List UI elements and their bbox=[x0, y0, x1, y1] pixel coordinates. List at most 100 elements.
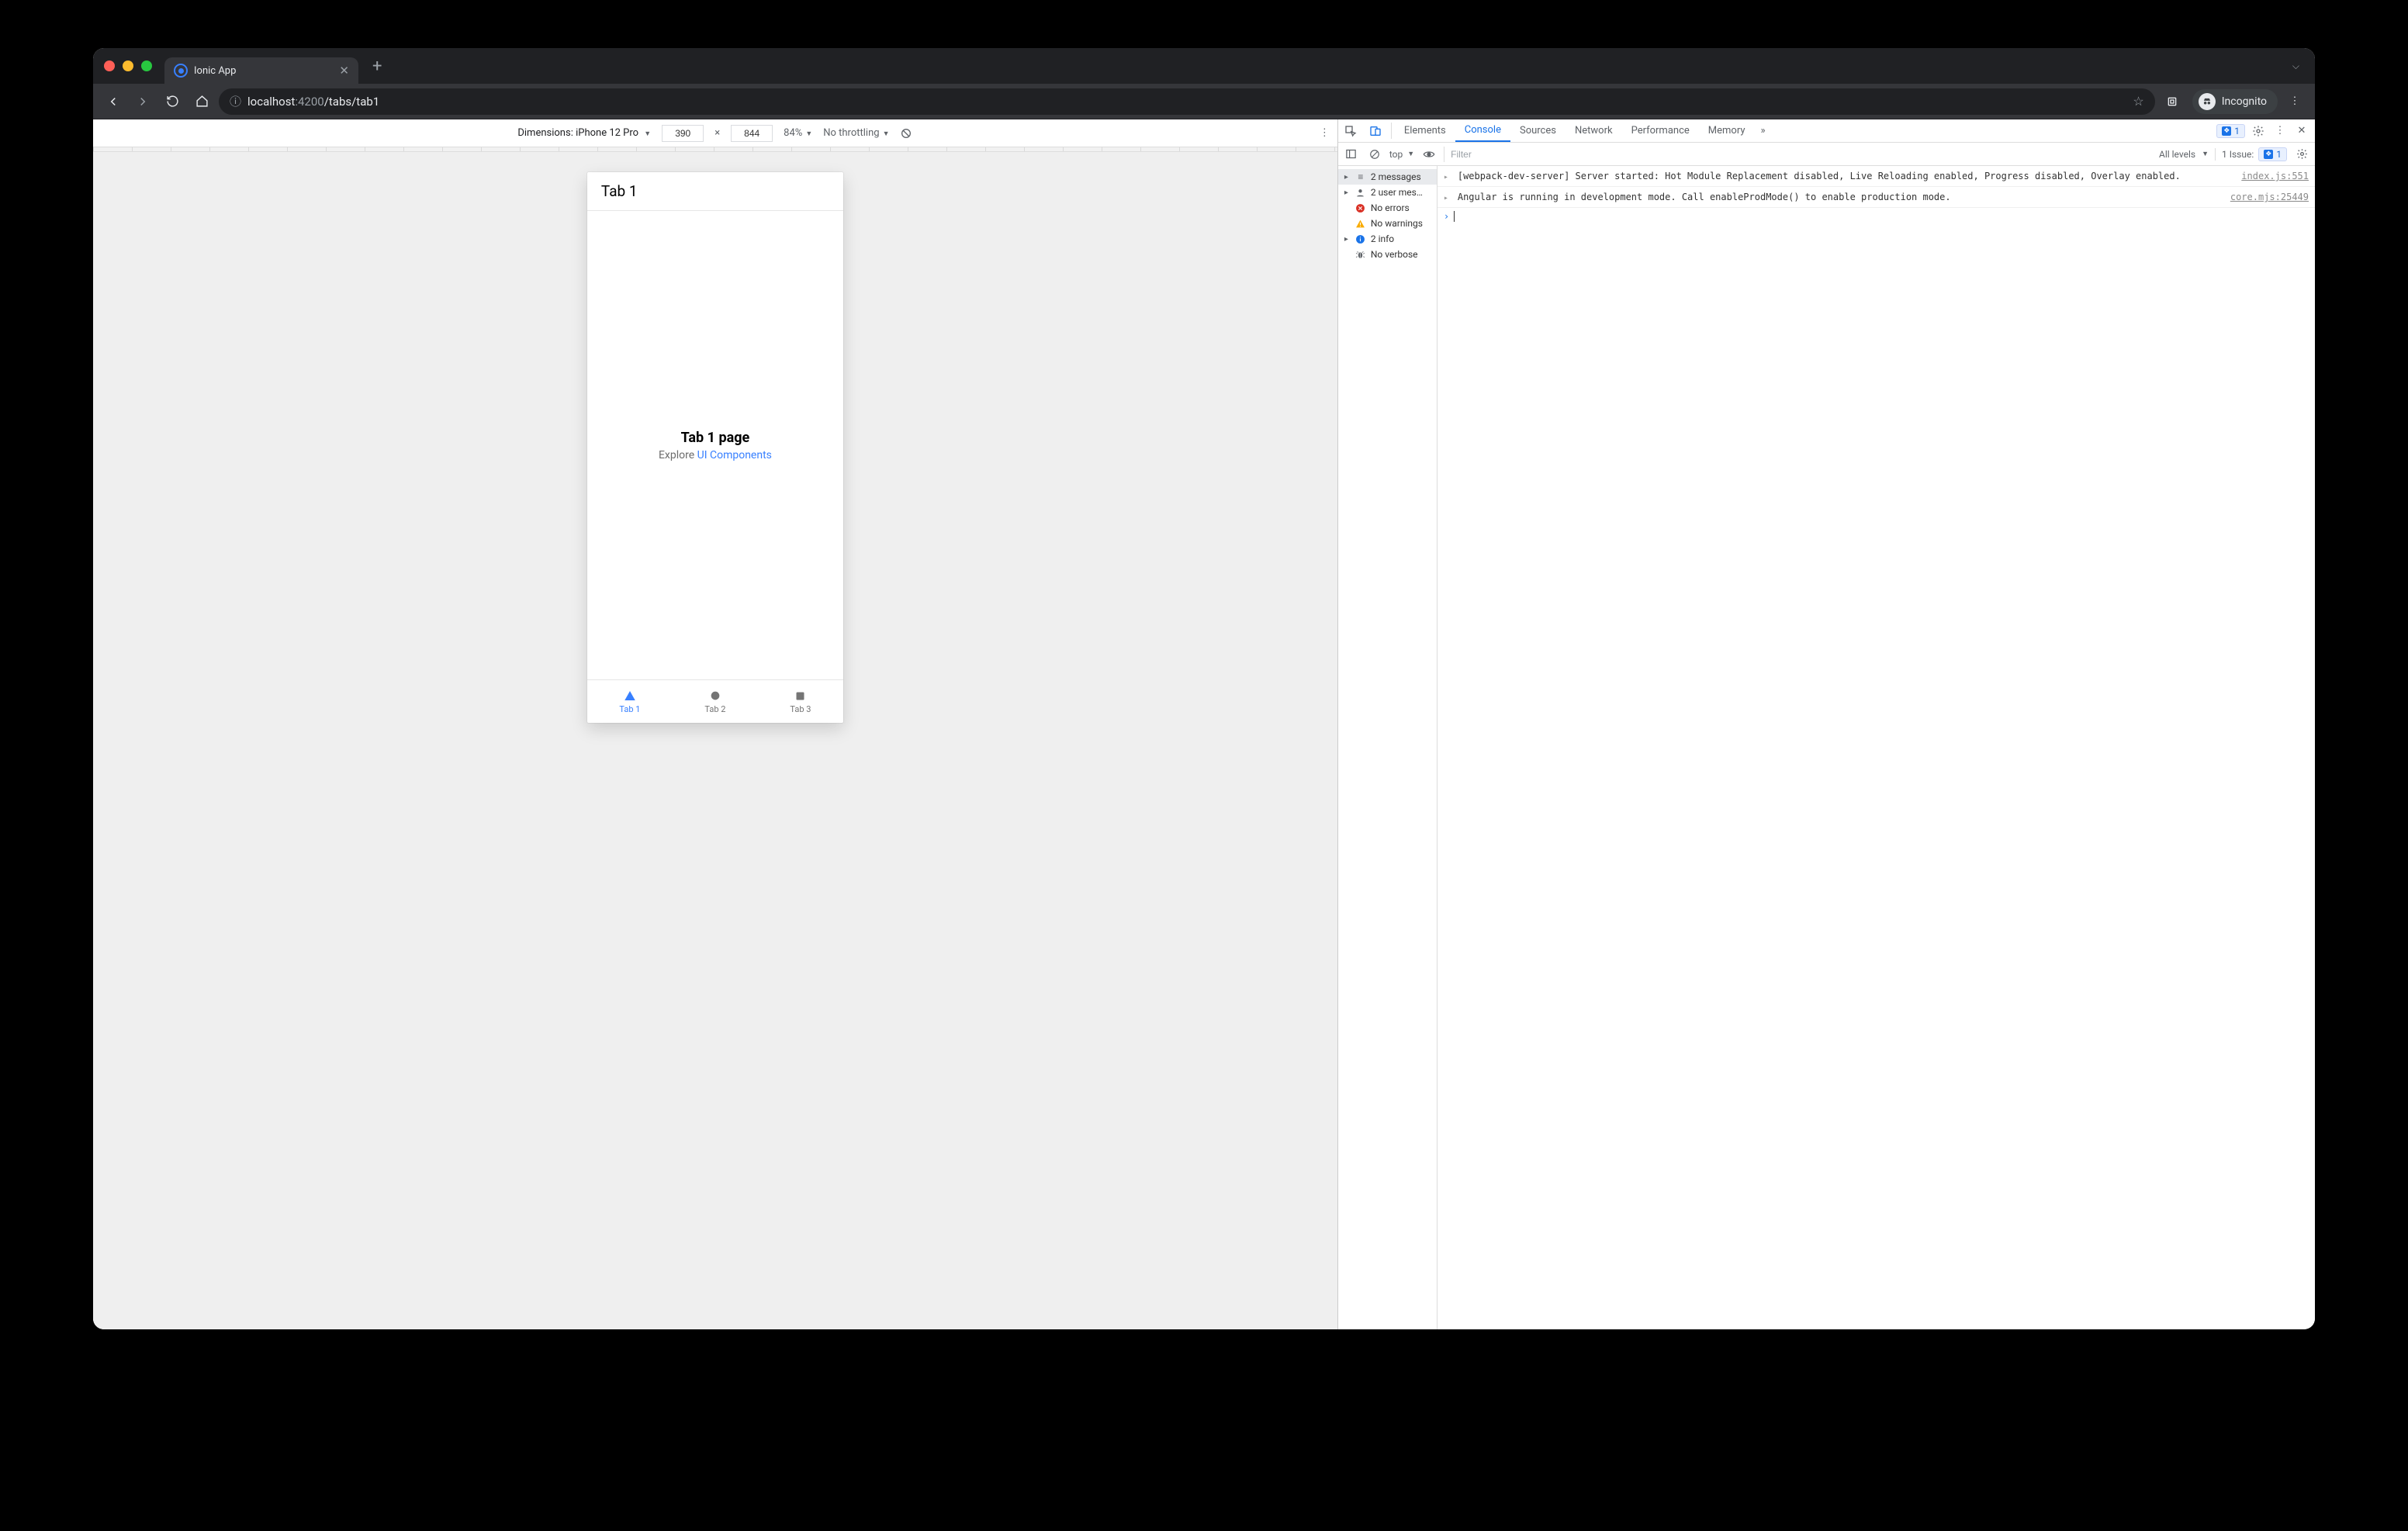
window-controls bbox=[101, 60, 158, 71]
chevron-down-icon: ▼ bbox=[2202, 150, 2209, 158]
page-subtitle: Explore UI Components bbox=[659, 449, 772, 461]
new-tab-button[interactable]: + bbox=[365, 57, 389, 76]
devtools-settings-button[interactable] bbox=[2250, 123, 2267, 140]
device-height-input[interactable] bbox=[731, 125, 773, 142]
sidebar-messages[interactable]: ▸ ≡ 2 messages bbox=[1338, 169, 1437, 185]
ion-tabbar: Tab 1 Tab 2 Tab 3 bbox=[587, 679, 843, 723]
browser-menu-button[interactable]: ⋮ bbox=[2282, 89, 2307, 114]
minimize-window-button[interactable] bbox=[123, 60, 133, 71]
tab-network[interactable]: Network bbox=[1566, 119, 1622, 142]
rotate-button[interactable] bbox=[900, 127, 912, 140]
sidebar-info[interactable]: ▸ 2 info bbox=[1338, 231, 1437, 247]
tab-memory[interactable]: Memory bbox=[1699, 119, 1755, 142]
throttling-picker[interactable]: No throttling▼ bbox=[823, 127, 889, 139]
dimension-separator: × bbox=[714, 127, 720, 139]
prompt-chevron-icon: › bbox=[1444, 211, 1449, 222]
tab-performance[interactable]: Performance bbox=[1622, 119, 1699, 142]
console-log-entry: Angular is running in development mode. … bbox=[1438, 187, 2315, 208]
close-window-button[interactable] bbox=[104, 60, 115, 71]
zoom-picker[interactable]: 84%▼ bbox=[784, 127, 812, 139]
chevron-right-icon: ▸ bbox=[1344, 173, 1351, 181]
log-levels-picker[interactable]: All levels▼ bbox=[2159, 149, 2209, 160]
chevron-right-icon: ▸ bbox=[1344, 188, 1351, 197]
url-port: :4200 bbox=[295, 95, 323, 109]
chevron-down-icon: ▼ bbox=[883, 130, 890, 138]
browser-tab[interactable]: Ionic App ✕ bbox=[164, 57, 358, 84]
sidebar-verbose[interactable]: No verbose bbox=[1338, 247, 1437, 262]
console-log-entry: [webpack-dev-server] Server started: Hot… bbox=[1438, 166, 2315, 187]
back-button[interactable] bbox=[101, 89, 126, 114]
devtools-close-button[interactable]: ✕ bbox=[2293, 123, 2310, 140]
incognito-label: Incognito bbox=[2222, 95, 2267, 108]
console-settings-button[interactable] bbox=[2293, 146, 2310, 163]
chevron-down-icon: ▼ bbox=[1407, 150, 1414, 158]
clear-console-button[interactable] bbox=[1366, 146, 1383, 163]
devtools-tabs: Elements Console Sources Network Perform… bbox=[1338, 119, 2315, 143]
device-ruler bbox=[93, 147, 1337, 152]
tab-console[interactable]: Console bbox=[1455, 119, 1510, 142]
tab-sources[interactable]: Sources bbox=[1510, 119, 1566, 142]
tab-overflow-button[interactable]: ⌵ bbox=[2285, 60, 2307, 72]
error-icon bbox=[1355, 202, 1366, 213]
home-button[interactable] bbox=[189, 89, 214, 114]
live-expression-button[interactable] bbox=[1420, 146, 1438, 163]
issues-badge[interactable]: ❖1 bbox=[2216, 124, 2245, 138]
console-prompt[interactable]: › bbox=[1438, 208, 2315, 225]
log-source-link[interactable]: index.js:551 bbox=[2241, 169, 2309, 183]
tabs-overflow-button[interactable]: » bbox=[1755, 119, 1772, 142]
url-field[interactable]: ⓘ localhost:4200/tabs/tab1 ☆ bbox=[219, 88, 2155, 115]
context-picker[interactable]: top▼ bbox=[1389, 149, 1414, 160]
circle-icon bbox=[708, 689, 722, 703]
device-bar-menu[interactable]: ⋮ bbox=[1320, 127, 1330, 139]
toggle-sidebar-button[interactable] bbox=[1343, 146, 1360, 163]
bug-icon bbox=[1355, 249, 1366, 260]
console-toolbar: top▼ All levels▼ 1 Issue: ❖1 bbox=[1338, 143, 2315, 166]
chevron-right-icon[interactable] bbox=[1444, 169, 1451, 183]
bookmark-star-icon[interactable]: ☆ bbox=[2133, 94, 2143, 109]
incognito-icon bbox=[2199, 93, 2216, 110]
ion-header: Tab 1 bbox=[587, 172, 843, 211]
site-info-icon[interactable]: ⓘ bbox=[230, 93, 241, 109]
tabstrip: Ionic App ✕ + ⌵ bbox=[93, 48, 2315, 84]
device-toolbar: Dimensions: iPhone 12 Pro ▼ × 84%▼ No th… bbox=[93, 119, 1337, 147]
person-icon bbox=[1355, 187, 1366, 198]
log-source-link[interactable]: core.mjs:25449 bbox=[2230, 190, 2309, 204]
inspect-element-button[interactable] bbox=[1338, 119, 1363, 142]
sidebar-errors[interactable]: No errors bbox=[1338, 200, 1437, 216]
chevron-right-icon[interactable] bbox=[1444, 190, 1451, 204]
url-path: /tabs/tab1 bbox=[324, 95, 380, 109]
devtools-menu-button[interactable]: ⋮ bbox=[2271, 123, 2289, 140]
forward-button[interactable] bbox=[130, 89, 155, 114]
maximize-window-button[interactable] bbox=[141, 60, 152, 71]
close-tab-button[interactable]: ✕ bbox=[339, 65, 349, 77]
toggle-device-button[interactable] bbox=[1363, 119, 1388, 142]
sidebar-warnings[interactable]: No warnings bbox=[1338, 216, 1437, 231]
tab-3[interactable]: Tab 3 bbox=[758, 680, 843, 723]
url-host: localhost bbox=[247, 95, 295, 109]
page-title: Tab 1 page bbox=[681, 430, 750, 446]
list-icon: ≡ bbox=[1355, 171, 1366, 182]
incognito-badge[interactable]: Incognito bbox=[2192, 89, 2278, 114]
tab-2[interactable]: Tab 2 bbox=[673, 680, 758, 723]
chevron-right-icon: ▸ bbox=[1344, 235, 1351, 244]
tab-elements[interactable]: Elements bbox=[1395, 119, 1455, 142]
device-picker[interactable]: Dimensions: iPhone 12 Pro ▼ bbox=[517, 127, 651, 139]
console-output[interactable]: [webpack-dev-server] Server started: Hot… bbox=[1438, 166, 2315, 1329]
console-sidebar: ▸ ≡ 2 messages ▸ 2 user mes… bbox=[1338, 166, 1438, 1329]
console-cursor bbox=[1454, 211, 1455, 222]
extensions-button[interactable] bbox=[2160, 89, 2185, 114]
tab-1[interactable]: Tab 1 bbox=[587, 680, 673, 723]
chevron-down-icon: ▼ bbox=[644, 130, 651, 138]
browser-tab-title: Ionic App bbox=[194, 65, 236, 77]
device-frame: Tab 1 Tab 1 page Explore UI Components T… bbox=[587, 172, 843, 723]
reload-button[interactable] bbox=[160, 89, 185, 114]
devtools-pane: Elements Console Sources Network Perform… bbox=[1337, 119, 2315, 1329]
issues-summary[interactable]: 1 Issue: ❖1 bbox=[2222, 147, 2287, 161]
addressbar: ⓘ localhost:4200/tabs/tab1 ☆ Incognito ⋮ bbox=[93, 84, 2315, 119]
ui-components-link[interactable]: UI Components bbox=[697, 449, 772, 461]
console-filter-input[interactable] bbox=[1444, 147, 1577, 162]
device-mode-pane: Dimensions: iPhone 12 Pro ▼ × 84%▼ No th… bbox=[93, 119, 1337, 1329]
ion-content: Tab 1 page Explore UI Components bbox=[587, 211, 843, 679]
sidebar-user-messages[interactable]: ▸ 2 user mes… bbox=[1338, 185, 1437, 200]
device-width-input[interactable] bbox=[662, 125, 704, 142]
